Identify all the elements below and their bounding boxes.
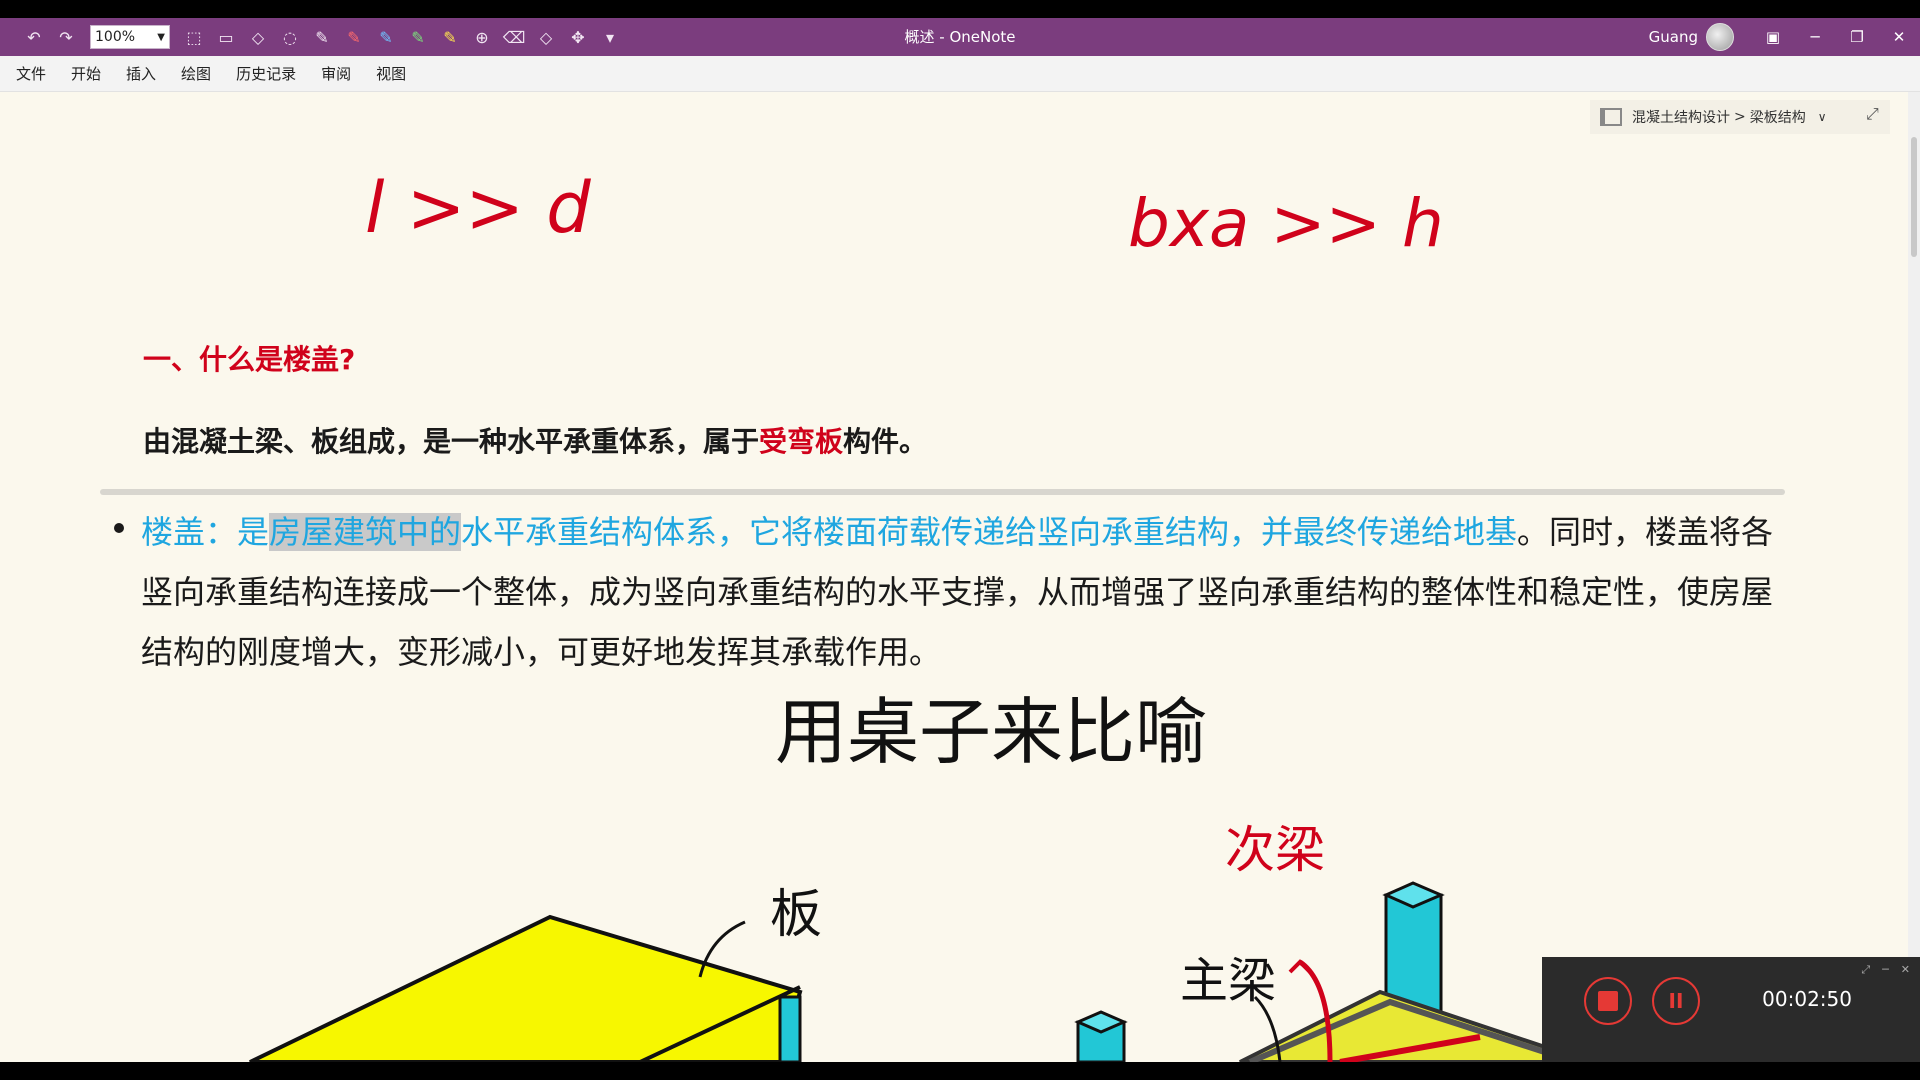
- breadcrumb-separator: >: [1734, 109, 1746, 125]
- window-title: 概述 - OneNote: [904, 28, 1016, 46]
- close-icon[interactable]: ✕: [1878, 18, 1920, 56]
- definition-suffix: 构件。: [843, 425, 928, 458]
- customize-toolbar-icon[interactable]: ▾: [596, 23, 624, 51]
- breadcrumb-section[interactable]: 梁板结构: [1750, 107, 1806, 127]
- tab-insert[interactable]: 插入: [126, 63, 156, 84]
- tab-review[interactable]: 审阅: [321, 63, 351, 84]
- chevron-down-icon[interactable]: ∨: [1818, 110, 1827, 124]
- ink-label-main-beam: 主梁: [1180, 953, 1276, 1009]
- tab-view[interactable]: 视图: [376, 63, 406, 84]
- pause-recording-button[interactable]: II: [1652, 977, 1700, 1025]
- tab-home[interactable]: 开始: [71, 63, 101, 84]
- stop-recording-button[interactable]: [1584, 977, 1632, 1025]
- breadcrumb-notebook[interactable]: 混凝土结构设计: [1632, 107, 1730, 127]
- quick-access-toolbar: ↶ ↷ 100% ▼ ⬚ ▭ ◇ ◌ ✎ ✎ ✎ ✎ ✎ ⊕ ⌫ ◇ ✥ ▾: [0, 18, 624, 56]
- redo-icon[interactable]: ↷: [52, 23, 80, 51]
- definition-prefix: 由混凝土梁、板组成，是一种水平承重体系，属于: [143, 425, 760, 458]
- restore-icon[interactable]: ❐: [1836, 18, 1878, 56]
- bullet-paragraph[interactable]: 楼盖：是房屋建筑中的水平承重结构体系，它将楼面荷载传递给竖向承重结构，并最终传递…: [141, 502, 1781, 682]
- minimize-icon[interactable]: ─: [1794, 18, 1836, 56]
- undo-icon[interactable]: ↶: [20, 23, 48, 51]
- zoom-value: 100%: [95, 29, 136, 45]
- tab-history[interactable]: 历史记录: [236, 63, 296, 84]
- insert-space-icon[interactable]: ▭: [212, 23, 240, 51]
- move-icon[interactable]: ✥: [564, 23, 592, 51]
- section-heading: 一、什么是楼盖?: [143, 343, 356, 376]
- bullet-cyan-text: 水平承重结构体系，它将楼面荷载传递给竖向承重结构，并最终传递给地基: [461, 513, 1518, 551]
- top-black-bar: [0, 0, 1920, 18]
- eraser-stroke-icon[interactable]: ◇: [532, 23, 560, 51]
- stop-icon: [1598, 991, 1618, 1011]
- popout-icon[interactable]: ⤢: [1861, 963, 1870, 977]
- ink-to-shape-icon[interactable]: ◌: [276, 23, 304, 51]
- zoom-select[interactable]: 100% ▼: [90, 25, 170, 49]
- add-pen-icon[interactable]: ⊕: [468, 23, 496, 51]
- ink-top-right: bxa >> h: [1128, 185, 1444, 262]
- expand-icon[interactable]: ⤢: [1866, 104, 1890, 128]
- ink-label-secondary-beam: 次梁: [1225, 821, 1325, 879]
- close-icon[interactable]: ✕: [1901, 963, 1910, 977]
- screen-recorder-panel: ⤢ ─ ✕ II 00:02:50: [1542, 957, 1920, 1062]
- bullet-term: 楼盖：是: [141, 513, 270, 551]
- pen-red-icon[interactable]: ✎: [340, 23, 368, 51]
- vertical-scrollbar[interactable]: [1908, 92, 1920, 1062]
- ribbon-tabs: 文件 开始 插入 绘图 历史记录 审阅 视图: [0, 56, 1920, 92]
- lasso-select-icon[interactable]: ⬚: [180, 23, 208, 51]
- tab-file[interactable]: 文件: [16, 63, 46, 84]
- definition-line: 由混凝土梁、板组成，是一种水平承重体系，属于受弯板构件。: [143, 420, 927, 460]
- shapes-icon[interactable]: ◇: [244, 23, 272, 51]
- ink-table-analogy: 用桌子来比喻: [775, 690, 1207, 774]
- minimize-icon[interactable]: ─: [1882, 963, 1889, 977]
- bullet-point: [114, 523, 124, 533]
- title-bar: ↶ ↷ 100% ▼ ⬚ ▭ ◇ ◌ ✎ ✎ ✎ ✎ ✎ ⊕ ⌫ ◇ ✥ ▾ 概…: [0, 18, 1920, 56]
- definition-highlight: 受弯板: [759, 425, 844, 458]
- ink-label-slab: 板: [770, 885, 822, 945]
- selected-text[interactable]: 房屋建筑中的: [269, 513, 462, 551]
- pause-icon: II: [1668, 989, 1684, 1013]
- ink-top-left: l >> d: [365, 167, 591, 249]
- ink-bxa-much-greater-h: bxa >> h: [1128, 185, 1444, 262]
- recording-timer: 00:02:50: [1762, 987, 1852, 1011]
- container-divider[interactable]: [100, 489, 1785, 495]
- eraser-icon[interactable]: ⌫: [500, 23, 528, 51]
- scrollbar-thumb[interactable]: [1911, 137, 1917, 257]
- breadcrumb[interactable]: 混凝土结构设计 > 梁板结构 ∨: [1590, 100, 1890, 134]
- pen-blue-icon[interactable]: ✎: [372, 23, 400, 51]
- notebook-icon: [1600, 108, 1622, 126]
- full-page-view-icon[interactable]: ▣: [1752, 18, 1794, 56]
- bottom-black-bar: [0, 1062, 1920, 1080]
- beam-sketch: 次梁 主梁: [1074, 821, 1562, 1062]
- tab-draw[interactable]: 绘图: [181, 63, 211, 84]
- slab-sketch: 板: [249, 885, 822, 1062]
- page-canvas[interactable]: l >> d bxa >> h 用桌子来比喻 板 次梁 主梁 混凝土结构设计 >…: [0, 92, 1908, 1062]
- pen-black-icon[interactable]: ✎: [308, 23, 336, 51]
- pen-green-icon[interactable]: ✎: [404, 23, 432, 51]
- avatar[interactable]: [1706, 23, 1734, 51]
- ink-l-much-greater-d: l >> d: [365, 167, 591, 249]
- user-name[interactable]: Guang: [1649, 28, 1698, 46]
- highlighter-yellow-icon[interactable]: ✎: [436, 23, 464, 51]
- chevron-down-icon: ▼: [157, 31, 165, 43]
